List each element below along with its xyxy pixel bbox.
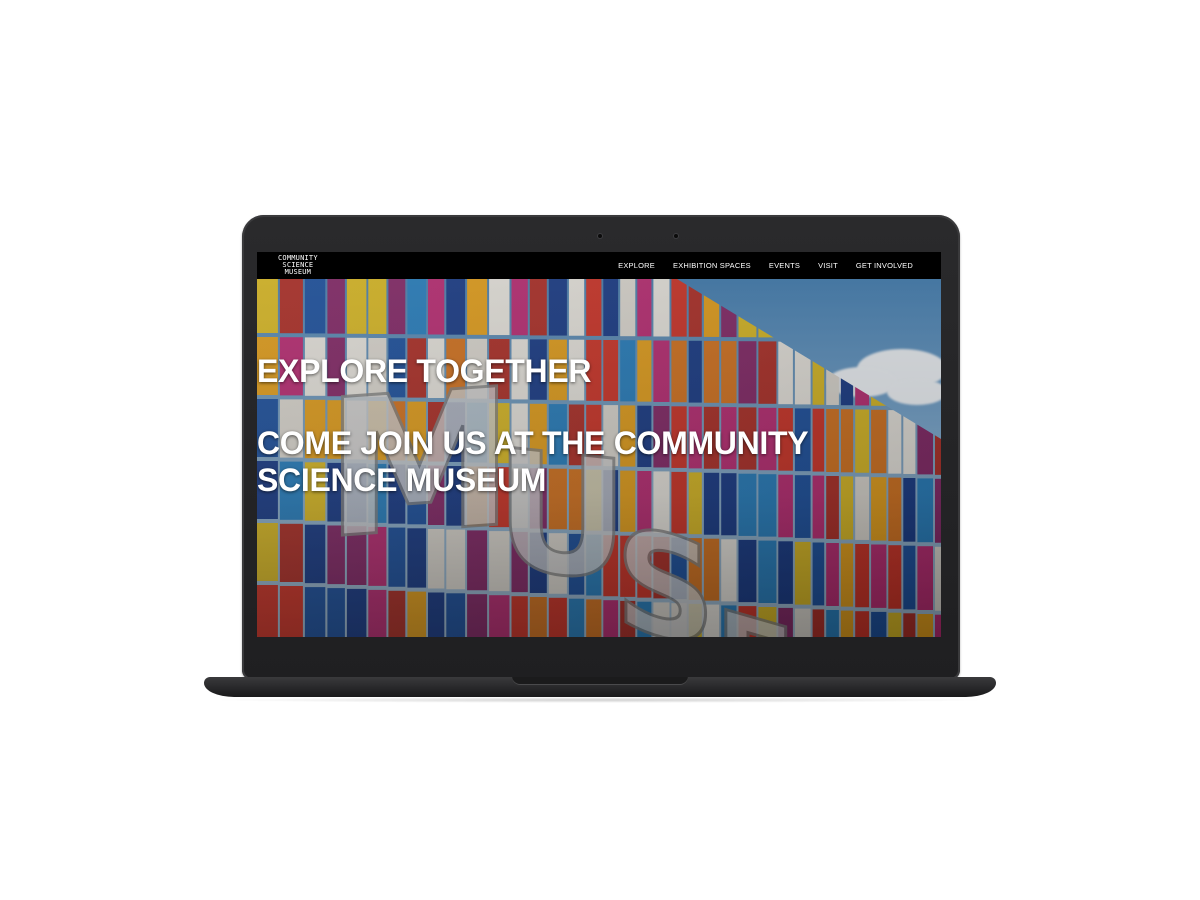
hero-text-block: EXPLORE TOGETHER COME JOIN US AT THE COM… [257,353,857,499]
nav-item-visit[interactable]: VISIT [818,261,838,270]
site-logo[interactable]: COMMUNITY SCIENCE MUSEUM [278,255,318,276]
hero-banner: M U S E U M EXPLORE TOGETHER COME JOIN U… [257,279,941,637]
laptop-shadow [210,697,990,703]
main-nav: EXPLORE EXHIBITION SPACES EVENTS VISIT G… [618,261,913,270]
nav-item-events[interactable]: EVENTS [769,261,800,270]
nav-item-exhibition-spaces[interactable]: EXHIBITION SPACES [673,261,751,270]
nav-item-get-involved[interactable]: GET INVOLVED [856,261,913,270]
logo-line-3: MUSEUM [284,268,312,276]
laptop-hinge-notch [512,677,688,685]
site-navbar: COMMUNITY SCIENCE MUSEUM EXPLORE EXHIBIT… [257,252,941,279]
laptop-lid: COMMUNITY SCIENCE MUSEUM EXPLORE EXHIBIT… [242,215,960,680]
laptop-screen: COMMUNITY SCIENCE MUSEUM EXPLORE EXHIBIT… [257,252,941,637]
hero-headline: EXPLORE TOGETHER [257,353,592,389]
nav-item-explore[interactable]: EXPLORE [618,261,655,270]
sensor-icon [674,234,678,238]
camera-icon [598,234,602,238]
hero-subheadline: COME JOIN US AT THE COMMUNITY SCIENCE MU… [257,425,808,498]
laptop-base [204,677,996,697]
mockup-stage: COMMUNITY SCIENCE MUSEUM EXPLORE EXHIBIT… [0,0,1200,900]
